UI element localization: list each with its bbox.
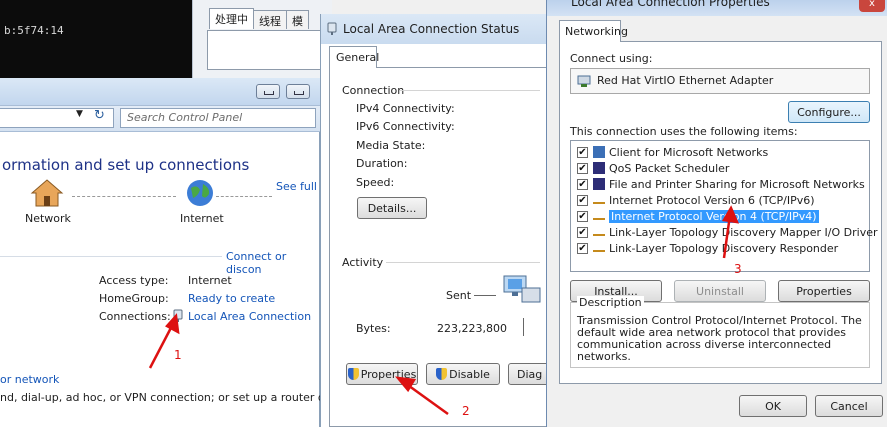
step-1-number: 1 bbox=[174, 348, 182, 362]
arrow-step-2 bbox=[404, 381, 449, 416]
arrow-head-3 bbox=[721, 205, 740, 224]
annotation-arrows bbox=[148, 205, 740, 416]
tab-networking[interactable]: Networking bbox=[559, 20, 628, 42]
step-3-number: 3 bbox=[734, 262, 742, 276]
tab-general[interactable]: General bbox=[329, 46, 379, 68]
step-2-number: 2 bbox=[462, 404, 470, 418]
